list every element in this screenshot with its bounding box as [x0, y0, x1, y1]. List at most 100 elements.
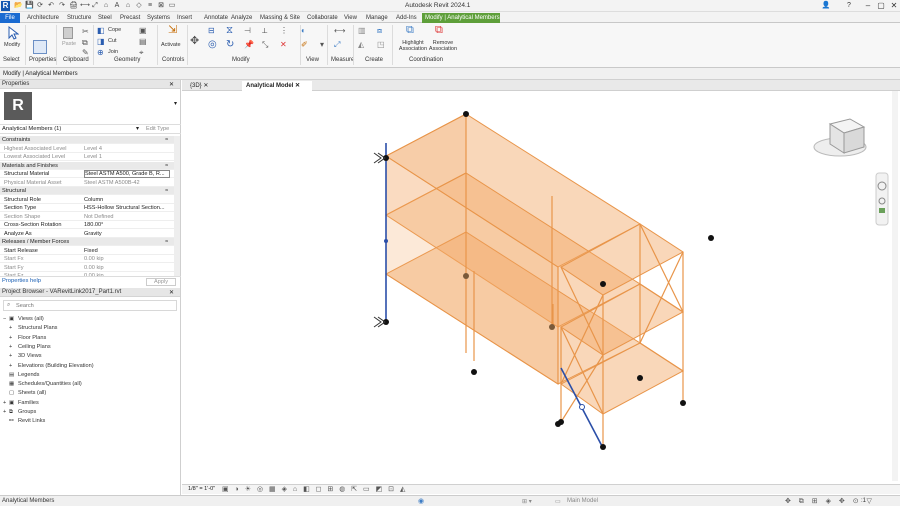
apply-button[interactable]: Apply — [146, 278, 176, 286]
browser-item[interactable]: Structural Plans — [18, 325, 57, 331]
scale-icon[interactable]: ⤡ — [262, 41, 268, 49]
node[interactable] — [549, 324, 555, 330]
create-group-icon[interactable]: ⧈ — [377, 27, 382, 35]
view-tools-icon[interactable]: ▾ — [320, 41, 324, 49]
join-button[interactable]: Join — [108, 49, 118, 55]
selector-dropdown-icon[interactable]: ▾ — [136, 125, 139, 132]
browser-search-input[interactable] — [16, 301, 166, 310]
ribbon-tab-add-ins[interactable]: Add-Ins — [396, 13, 418, 23]
rotate-icon[interactable]: ↻ — [226, 40, 234, 50]
expand-toggle-icon[interactable]: + — [9, 363, 12, 369]
vertical-scrollbar[interactable] — [892, 91, 898, 481]
mirror-icon[interactable]: ⧖ — [226, 26, 233, 36]
node[interactable] — [680, 400, 686, 406]
property-row[interactable]: Physical Material Asset Steel ASTM A500B-… — [0, 179, 174, 187]
create-similar-icon[interactable]: ◳ — [377, 41, 385, 49]
collapse-icon[interactable]: ≈ — [165, 136, 168, 144]
node[interactable] — [471, 369, 477, 375]
ribbon-tab-manage[interactable]: Manage — [366, 13, 392, 23]
node[interactable] — [600, 444, 606, 450]
main-model-icon[interactable]: ▭ — [555, 498, 561, 505]
properties-help-link[interactable]: Properties help — [2, 278, 41, 284]
property-value[interactable]: HSS-Hollow Structural Section... — [84, 204, 170, 212]
paste-button[interactable]: Paste — [62, 41, 76, 47]
close-hidden-icon[interactable]: ⊠ — [157, 2, 165, 10]
copy-icon[interactable]: ⧉ — [82, 39, 88, 47]
expand-toggle-icon[interactable]: + — [9, 353, 12, 359]
selected-column-handle[interactable] — [384, 239, 388, 243]
instance-selector[interactable]: Analytical Members (1) — [2, 126, 61, 132]
close-tab-icon[interactable]: ✕ — [293, 83, 300, 89]
paste-icon[interactable] — [63, 27, 73, 39]
thin-lines-icon[interactable]: ≡ — [146, 2, 154, 10]
tag-icon[interactable]: ⌂ — [102, 2, 110, 10]
collapse-icon[interactable]: ≈ — [165, 162, 168, 170]
property-row[interactable]: Section Shape Not Defined — [0, 213, 174, 221]
worksharing-icon[interactable]: ◉ — [418, 497, 424, 505]
property-row[interactable]: Structural Role Column — [0, 196, 174, 204]
ribbon-tab-collaborate[interactable]: Collaborate — [307, 13, 341, 23]
close-icon[interactable]: ✕ — [888, 1, 900, 11]
pin-icon[interactable]: 📌 — [244, 41, 254, 49]
activate-button[interactable]: Activate — [161, 42, 181, 48]
collapse-icon[interactable]: ≈ — [165, 187, 168, 195]
ribbon-tab-structure[interactable]: Structure — [67, 13, 95, 23]
property-row[interactable]: Analyze As Gravity — [0, 230, 174, 238]
print-icon[interactable]: 🖨 — [69, 2, 78, 10]
switch-windows-icon[interactable]: ▭ — [168, 2, 176, 10]
view-tab-1[interactable]: Analytical Model ✕ — [242, 81, 312, 91]
text-icon[interactable]: A — [113, 2, 121, 10]
drawing-area[interactable] — [182, 91, 900, 489]
expand-toggle-icon[interactable]: + — [3, 409, 6, 415]
property-row[interactable]: Start Fy 0.00 kip — [0, 264, 174, 272]
remove-association-icon[interactable]: ⧉ — [435, 25, 443, 36]
browser-item[interactable]: Floor Plans — [18, 335, 46, 341]
browser-item[interactable]: Groups — [18, 409, 36, 415]
browser-item[interactable]: Ceiling Plans — [18, 344, 51, 350]
help-icon[interactable]: ? — [843, 1, 855, 11]
property-row[interactable]: Start Release Fixed — [0, 247, 174, 255]
measure-icon[interactable]: ⟷ — [334, 27, 345, 35]
browser-item[interactable]: Schedules/Quantities (all) — [18, 381, 82, 387]
property-value[interactable]: Column — [84, 196, 170, 204]
revit-logo[interactable]: R — [1, 1, 10, 11]
align-icon[interactable]: ⊟ — [208, 27, 215, 35]
expand-toggle-icon[interactable]: + — [9, 344, 12, 350]
viewcube[interactable] — [813, 118, 867, 157]
property-row[interactable]: Lowest Associated Level Level 1 — [0, 153, 174, 162]
browser-item[interactable]: Families — [18, 400, 39, 406]
ribbon-tab-insert[interactable]: Insert — [177, 13, 201, 23]
node[interactable] — [708, 235, 714, 241]
property-row[interactable]: Highest Associated Level Level 4 — [0, 145, 174, 153]
node[interactable] — [558, 419, 564, 425]
panel-label-create[interactable]: Create — [365, 57, 383, 63]
ribbon-tab-massing-site[interactable]: Massing & Site — [260, 13, 304, 23]
edit-type-button[interactable]: Edit Type — [146, 126, 169, 132]
close-tab-icon[interactable]: ✕ — [202, 83, 208, 89]
remove-association-button[interactable]: Remove Association — [428, 40, 458, 52]
node[interactable] — [463, 111, 469, 117]
ribbon-tab-systems[interactable]: Systems — [147, 13, 174, 23]
maximize-icon[interactable]: ▢ — [875, 1, 887, 11]
open-icon[interactable]: 📂 — [14, 2, 23, 10]
account-icon[interactable]: 👤 — [820, 1, 832, 11]
panel-label-measure[interactable]: Measure — [331, 57, 354, 63]
save-icon[interactable]: 💾 — [25, 2, 34, 10]
delete-icon[interactable]: ✕ — [280, 41, 287, 49]
panel-label-coordination[interactable]: Coordination — [409, 57, 443, 63]
properties-scrollbar[interactable] — [174, 136, 180, 276]
redo-icon[interactable]: ↷ — [58, 2, 66, 10]
geometry-tool-3-icon[interactable]: ⌖ — [139, 49, 144, 57]
ribbon-tab-annotate[interactable]: Annotate — [204, 13, 228, 23]
move-icon[interactable]: ✥ — [190, 36, 199, 47]
ribbon-tab-modify-analytical-members[interactable]: Modify | Analytical Members — [422, 13, 500, 23]
create-assembly-icon[interactable]: ▥ — [358, 27, 366, 35]
panel-label-clipboard[interactable]: Clipboard — [63, 57, 89, 63]
hide-icon[interactable]: ◐ — [301, 27, 306, 35]
trim-icon[interactable]: ⊣ — [244, 27, 251, 35]
create-parts-icon[interactable]: ◭ — [358, 41, 364, 49]
properties-icon[interactable] — [33, 40, 47, 54]
ribbon-tab-precast[interactable]: Precast — [120, 13, 144, 23]
panel-label-controls[interactable]: Controls — [162, 57, 184, 63]
modify-cursor-icon[interactable] — [7, 26, 19, 40]
